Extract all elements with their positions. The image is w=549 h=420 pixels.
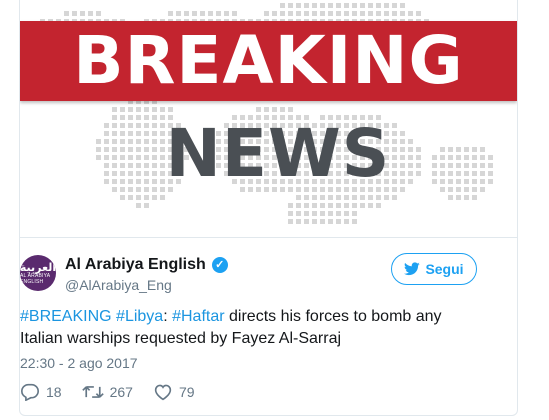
- tweet-card: BREAKING NEWS: [19, 0, 518, 416]
- hashtag-libya[interactable]: #Libya: [116, 308, 163, 325]
- breaking-headline: BREAKING: [73, 22, 464, 99]
- avatar[interactable]: العربية AL ARABIYA ENGLISH: [20, 255, 56, 291]
- tweet-colon: :: [163, 308, 173, 325]
- author-name[interactable]: Al Arabiya English ✓: [65, 256, 228, 274]
- tweet-text: #BREAKING #Libya: #Haftar directs his fo…: [20, 306, 460, 350]
- avatar-english-logo: AL ARABIYA ENGLISH: [20, 272, 51, 285]
- tweet-media-image[interactable]: BREAKING NEWS: [20, 0, 517, 238]
- reply-button[interactable]: 18: [20, 383, 62, 401]
- reply-icon: [20, 383, 40, 401]
- reply-count: 18: [46, 384, 62, 400]
- follow-button-label: Segui: [425, 261, 464, 277]
- hashtag-breaking[interactable]: #BREAKING: [20, 308, 112, 325]
- news-headline: NEWS: [165, 115, 391, 192]
- follow-button[interactable]: Segui: [391, 253, 477, 285]
- author-handle[interactable]: @AlArabiya_Eng: [65, 277, 172, 293]
- verified-badge-icon: ✓: [211, 257, 228, 273]
- like-button[interactable]: 79: [153, 383, 195, 401]
- retweet-icon: [81, 386, 104, 398]
- like-count: 79: [178, 384, 195, 400]
- hashtag-haftar[interactable]: #Haftar: [172, 308, 224, 325]
- retweet-count: 267: [109, 384, 133, 400]
- tweet-actions: 18 267 79: [20, 382, 215, 402]
- tweet-timestamp[interactable]: 22:30 - 2 ago 2017: [20, 355, 138, 371]
- heart-icon: [154, 384, 172, 401]
- author-name-text: Al Arabiya English: [65, 256, 206, 273]
- retweet-button[interactable]: 267: [81, 384, 133, 400]
- twitter-bird-icon: [404, 262, 421, 276]
- avatar-arabic-logo: العربية: [20, 260, 56, 274]
